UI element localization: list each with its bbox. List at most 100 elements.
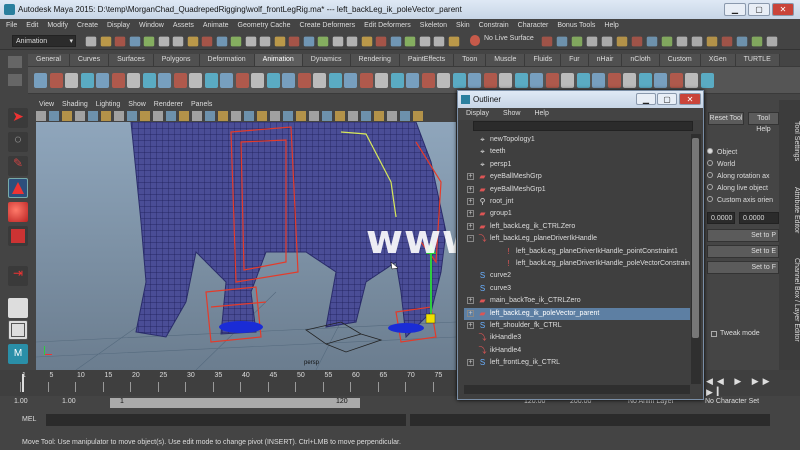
viewport-menu-show[interactable]: Show [128, 101, 146, 108]
tab-channel-box[interactable]: Channel Box / Layer Editor [779, 245, 800, 355]
shelf-tool-icon[interactable] [158, 73, 171, 88]
viewport-tool-icon[interactable] [166, 111, 176, 121]
menu-file[interactable]: File [6, 22, 17, 29]
render-tool-icon[interactable] [631, 36, 643, 47]
shelf-tab-custom[interactable]: Custom [659, 54, 701, 66]
menu-edit[interactable]: Edit [26, 22, 38, 29]
viewport-tool-icon[interactable] [296, 111, 306, 121]
set-to-p-button[interactable]: Set to P [707, 229, 779, 242]
shelf-tool-icon[interactable] [607, 73, 621, 88]
status-tool-icon[interactable] [114, 36, 126, 47]
lasso-tool-icon[interactable]: ◌ [8, 132, 28, 152]
shelf-tool-icon[interactable] [220, 73, 233, 88]
shelf-tab-fur[interactable]: Fur [561, 54, 589, 66]
viewport-tool-icon[interactable] [218, 111, 228, 121]
render-tool-icon[interactable] [691, 36, 703, 47]
shelf-tab-painteffects[interactable]: PaintEffects [399, 54, 455, 66]
radio-button[interactable] [707, 148, 713, 154]
outliner-menu-help[interactable]: Help [534, 108, 548, 120]
status-tool-icon[interactable] [129, 36, 140, 47]
render-tool-icon[interactable] [571, 36, 583, 47]
menu-create-deformers[interactable]: Create Deformers [299, 22, 355, 29]
render-tool-icon[interactable] [751, 36, 763, 47]
set-to-f-button[interactable]: Set to F [707, 261, 779, 274]
outliner-item[interactable]: + ▰ eyeBallMeshGrp [464, 171, 690, 183]
outliner-item[interactable]: ⌖ teeth [464, 146, 690, 158]
viewport-tool-icon[interactable] [231, 111, 241, 121]
shelf-tool-icon[interactable] [142, 73, 156, 88]
axis-field-1[interactable]: 0.0000 [707, 212, 735, 224]
status-tool-icon[interactable] [361, 36, 372, 47]
minimize-button[interactable]: ▁ [724, 3, 746, 16]
status-tool-icon[interactable] [172, 36, 184, 47]
menu-assets[interactable]: Assets [173, 22, 194, 29]
shelf-tab-animation[interactable]: Animation [254, 54, 303, 66]
viewport-menu-lighting[interactable]: Lighting [96, 101, 121, 108]
render-tool-icon[interactable] [556, 36, 568, 47]
shelf-tool-icon[interactable] [266, 73, 280, 88]
collapse-icon[interactable]: - [467, 235, 474, 243]
shelf-tool-icon[interactable] [111, 73, 125, 88]
shelf-tool-icon[interactable] [468, 73, 481, 88]
viewport-tool-icon[interactable] [257, 111, 267, 121]
outliner-scrollbar[interactable] [691, 134, 701, 384]
outliner-item[interactable]: + Sleft_frontLeg_ik_CTRL [464, 357, 690, 369]
viewport-tool-icon[interactable] [49, 111, 59, 121]
shelf-tab-menu-icon[interactable] [8, 74, 22, 86]
scroll-thumb[interactable] [692, 138, 699, 338]
shelf-tool-icon[interactable] [96, 73, 109, 88]
shelf-tool-icon[interactable] [127, 73, 140, 88]
viewport-tool-icon[interactable] [62, 111, 72, 121]
paint-select-icon[interactable]: ✎ [8, 156, 28, 176]
render-tool-icon[interactable] [676, 36, 688, 47]
shelf-menu-icon[interactable] [8, 56, 22, 68]
viewport-tool-icon[interactable] [348, 111, 358, 121]
layout-single-icon[interactable] [8, 298, 28, 318]
viewport-tool-icon[interactable] [75, 111, 85, 121]
render-tool-icon[interactable] [766, 36, 778, 47]
status-tool-icon[interactable] [201, 36, 213, 47]
radio-button[interactable] [707, 172, 713, 178]
viewport-menu-view[interactable]: View [39, 101, 54, 108]
render-tool-icon[interactable] [706, 36, 718, 47]
outliner-item[interactable]: + Sleft_shoulder_fk_CTRL [464, 320, 690, 332]
viewport-tool-icon[interactable] [192, 111, 202, 121]
menu-display[interactable]: Display [107, 22, 130, 29]
shelf-tab-curves[interactable]: Curves [69, 54, 110, 66]
select-tool-icon[interactable]: ➤ [8, 108, 28, 128]
last-tool-icon[interactable]: ⇥ [8, 266, 28, 286]
status-tool-icon[interactable] [346, 36, 358, 47]
outliner-item[interactable]: + ▰ main_backToe_ik_CTRLZero [464, 295, 690, 307]
status-tool-icon[interactable] [85, 36, 97, 47]
tab-tool-settings[interactable]: Tool Settings [779, 106, 800, 176]
shelf-tool-icon[interactable] [499, 73, 512, 88]
render-tool-icon[interactable] [721, 36, 733, 47]
shelf-tool-icon[interactable] [483, 73, 497, 88]
viewport-tool-icon[interactable] [361, 111, 371, 121]
expand-icon[interactable]: + [467, 185, 474, 193]
viewport-tool-icon[interactable] [270, 111, 280, 121]
axis-option[interactable]: Custom axis orien [707, 196, 773, 204]
shelf-tool-icon[interactable] [576, 73, 590, 88]
status-tool-icon[interactable] [187, 36, 198, 47]
render-tool-icon[interactable] [646, 36, 658, 47]
outliner-menu-show[interactable]: Show [503, 108, 521, 120]
shelf-tab-fluids[interactable]: Fluids [525, 54, 562, 66]
tab-attribute-editor[interactable]: Attribute Editor [779, 180, 800, 240]
viewport-tool-icon[interactable] [283, 111, 293, 121]
shelf-tool-icon[interactable] [561, 73, 574, 88]
shelf-tool-icon[interactable] [251, 73, 264, 88]
axis-option[interactable]: World [707, 160, 735, 168]
expand-icon[interactable]: + [467, 222, 474, 230]
expand-icon[interactable]: + [467, 359, 474, 367]
render-tool-icon[interactable] [541, 36, 553, 47]
menu-geometry-cache[interactable]: Geometry Cache [238, 22, 291, 29]
playback-start-field[interactable]: 1.00 [62, 398, 76, 405]
outliner-minimize-button[interactable]: ▁ [636, 93, 656, 105]
rotate-tool-icon[interactable] [8, 202, 28, 222]
shelf-tool-icon[interactable] [34, 73, 47, 88]
menu-modify[interactable]: Modify [47, 22, 68, 29]
viewport-tool-icon[interactable] [335, 111, 345, 121]
shelf-tool-icon[interactable] [623, 73, 636, 88]
outliner-item[interactable]: ! left_backLeg_planeDriverIkHandle_poleVe… [464, 258, 690, 270]
